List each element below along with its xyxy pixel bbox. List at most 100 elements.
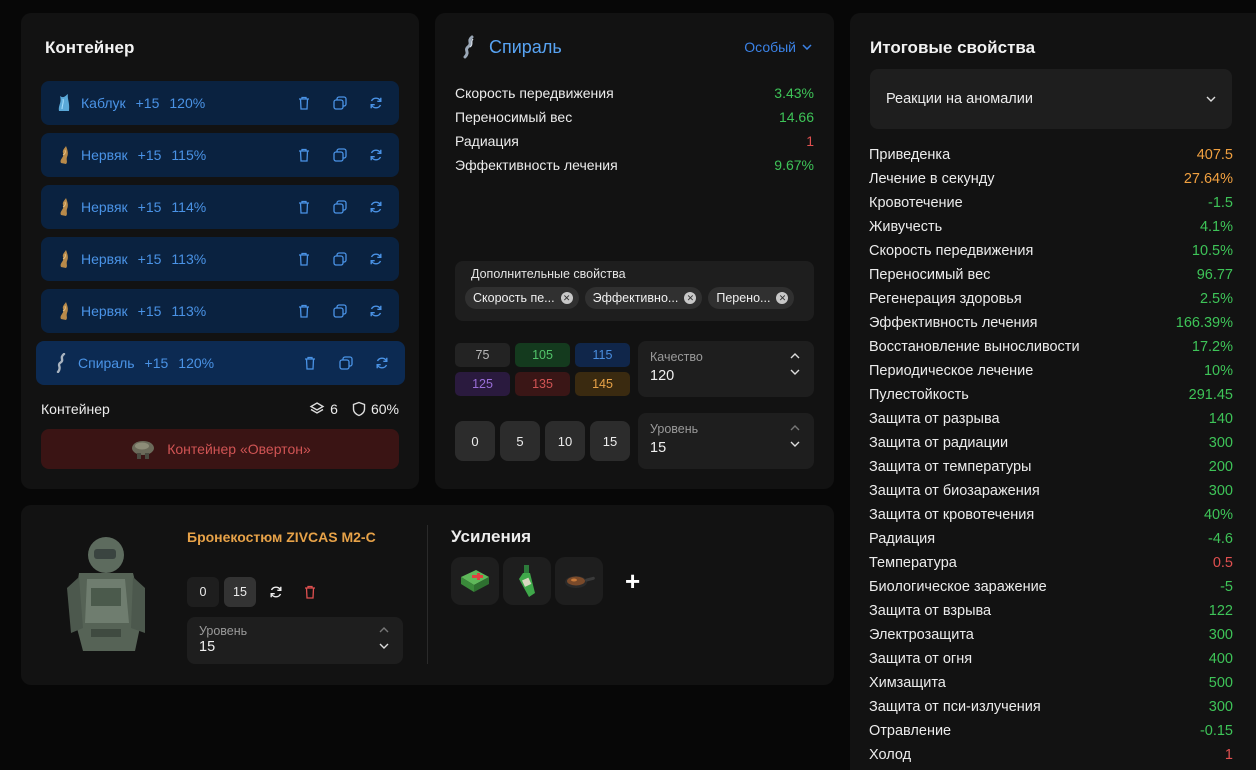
artifact-title: Спираль	[489, 36, 562, 57]
total-value: 407.5	[1196, 147, 1233, 163]
boost-slot-medkit[interactable]	[451, 557, 499, 605]
copy-icon[interactable]	[331, 250, 349, 268]
armor-name: Бронекостюм ZIVCAS M2-C	[187, 529, 376, 545]
total-name: Отравление	[869, 723, 952, 739]
trash-icon[interactable]	[295, 302, 313, 320]
total-value: 166.39%	[1175, 315, 1233, 331]
refresh-icon[interactable]	[367, 94, 385, 112]
total-value: 140	[1208, 411, 1233, 427]
total-name: Периодическое лечение	[869, 363, 1034, 379]
rarity-dropdown[interactable]: Особый	[744, 39, 812, 55]
remove-tag-icon[interactable]: ✕	[776, 292, 789, 304]
total-row: Защита от разрыва 140	[869, 407, 1233, 431]
extra-property-tag[interactable]: Перено... ✕	[708, 287, 795, 309]
total-name: Лечение в секунду	[869, 171, 995, 187]
total-value: 4.1%	[1199, 219, 1233, 235]
chevron-up-icon[interactable]	[790, 353, 800, 359]
protection-value: 60%	[370, 401, 399, 417]
artifact-row[interactable]: Нервяк +15 113%	[41, 237, 399, 281]
copy-icon[interactable]	[331, 302, 349, 320]
artifact-row[interactable]: Спираль +15 120%	[36, 341, 405, 385]
armor-level-stepper[interactable]: Уровень 15	[187, 617, 403, 664]
refresh-icon[interactable]	[367, 302, 385, 320]
remove-tag-icon[interactable]: ✕	[560, 292, 573, 304]
quality-preset-button[interactable]: 75	[455, 343, 510, 367]
chevron-up-icon[interactable]	[379, 627, 389, 633]
artifact-name: Спираль	[78, 355, 135, 371]
armor-level-preset-button[interactable]: 15	[224, 577, 256, 607]
level-preset-button[interactable]: 5	[500, 421, 540, 461]
total-value: 200	[1208, 459, 1233, 475]
trash-icon[interactable]	[304, 585, 316, 599]
layers-icon	[309, 401, 325, 417]
container-panel: Контейнер Каблук +15 120% Нервяк +15 115% Нерв…	[21, 13, 419, 489]
armor-panel: Бронекостюм ZIVCAS M2-C 0 15 Уровень 15 У…	[21, 505, 834, 685]
total-value: 300	[1208, 699, 1233, 715]
refresh-icon[interactable]	[367, 250, 385, 268]
spiral-artifact-icon	[459, 35, 479, 59]
refresh-icon[interactable]	[269, 585, 283, 599]
total-value: 122	[1208, 603, 1233, 619]
artifact-row[interactable]: Нервяк +15 115%	[41, 133, 399, 177]
property-name: Переносимый вес	[455, 109, 573, 125]
refresh-icon[interactable]	[367, 198, 385, 216]
copy-icon[interactable]	[331, 94, 349, 112]
quality-preset-button[interactable]: 135	[515, 372, 570, 396]
total-value: 17.2%	[1191, 339, 1233, 355]
container-select-button[interactable]: Контейнер «Овертон»	[41, 429, 399, 469]
copy-icon[interactable]	[331, 146, 349, 164]
quality-preset-button[interactable]: 125	[455, 372, 510, 396]
refresh-icon[interactable]	[367, 146, 385, 164]
artifact-quality: 113%	[171, 251, 207, 267]
artifact-level: +15	[137, 303, 162, 319]
quality-preset-button[interactable]: 105	[515, 343, 570, 367]
chevron-down-icon[interactable]	[379, 643, 389, 649]
boost-slot-frying-pan[interactable]	[555, 557, 603, 605]
artifact-list: Каблук +15 120% Нервяк +15 115% Нервяк +15 114% Н…	[36, 81, 405, 393]
extra-property-tag[interactable]: Эффективно... ✕	[584, 287, 703, 309]
artifact-row[interactable]: Каблук +15 120%	[41, 81, 399, 125]
level-preset-button[interactable]: 15	[590, 421, 630, 461]
chevron-down-icon[interactable]	[790, 369, 800, 375]
trash-icon[interactable]	[295, 146, 313, 164]
quality-preset-button[interactable]: 115	[575, 343, 630, 367]
quality-preset-button[interactable]: 145	[575, 372, 630, 396]
chevron-up-icon[interactable]	[790, 425, 800, 431]
artifact-detail-panel: Спираль Особый Скорость передвижения 3.43…	[435, 13, 834, 489]
total-name: Защита от взрыва	[869, 603, 992, 619]
artifact-row[interactable]: Нервяк +15 113%	[41, 289, 399, 333]
extra-properties-label: Дополнительные свойства	[471, 267, 626, 281]
artifact-level-stepper[interactable]: Уровень 15	[638, 413, 814, 469]
artifact-properties: Скорость передвижения 3.43% Переносимый ве…	[455, 81, 814, 177]
trash-icon[interactable]	[295, 94, 313, 112]
level-preset-button[interactable]: 10	[545, 421, 585, 461]
trash-icon[interactable]	[295, 250, 313, 268]
total-name: Пулестойкость	[869, 387, 969, 403]
add-boost-button[interactable]: +	[625, 566, 640, 597]
total-name: Электрозащита	[869, 627, 974, 643]
level-preset-button[interactable]: 0	[455, 421, 495, 461]
chevron-down-icon[interactable]	[790, 441, 800, 447]
trash-icon[interactable]	[295, 198, 313, 216]
nervyak-artifact-icon	[55, 300, 73, 322]
extra-property-tag[interactable]: Скорость пе... ✕	[465, 287, 579, 309]
armor-level-preset-button[interactable]: 0	[187, 577, 219, 607]
total-name: Переносимый вес	[869, 267, 991, 283]
copy-icon[interactable]	[337, 354, 355, 372]
total-name: Защита от разрыва	[869, 411, 1000, 427]
boost-slot-bottle[interactable]	[503, 557, 551, 605]
refresh-icon[interactable]	[373, 354, 391, 372]
artifact-row[interactable]: Нервяк +15 114%	[41, 185, 399, 229]
totals-category-dropdown[interactable]: Реакции на аномалии	[870, 69, 1232, 129]
remove-tag-icon[interactable]: ✕	[684, 292, 697, 304]
copy-icon[interactable]	[331, 198, 349, 216]
quality-stepper[interactable]: Качество 120	[638, 341, 814, 397]
artifact-quality: 120%	[178, 355, 215, 371]
property-row: Радиация 1	[455, 129, 814, 153]
level-label: Уровень	[650, 422, 699, 436]
trash-icon[interactable]	[301, 354, 319, 372]
total-value: 291.45	[1188, 387, 1233, 403]
total-name: Живучесть	[869, 219, 943, 235]
property-value: 3.43%	[774, 85, 814, 101]
total-name: Защита от биозаражения	[869, 483, 1040, 499]
